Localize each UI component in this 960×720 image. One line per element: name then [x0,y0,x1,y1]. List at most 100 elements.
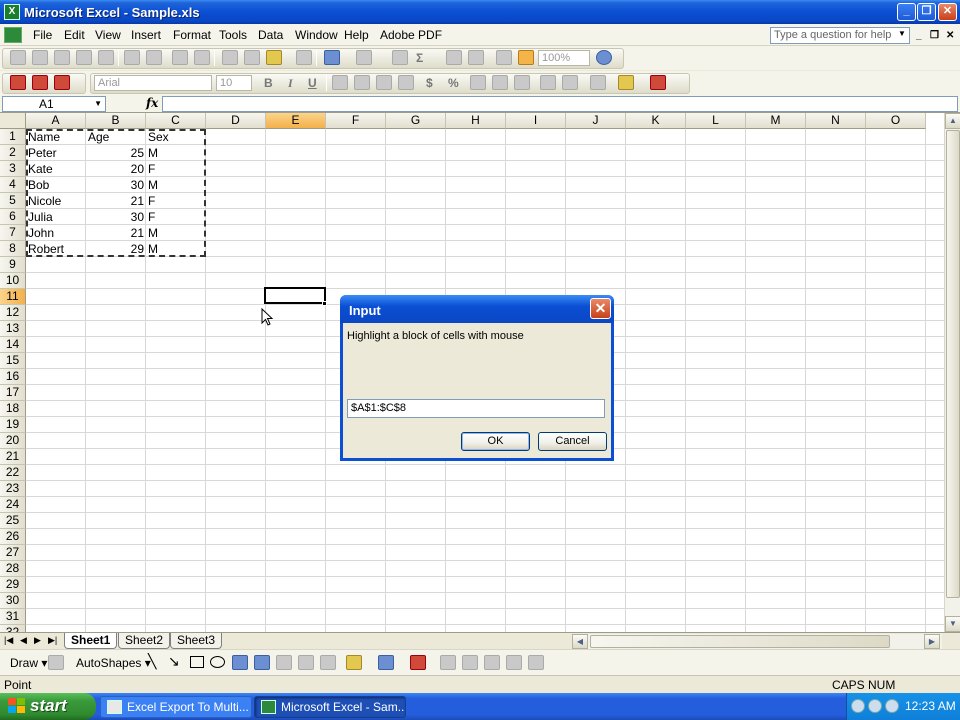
line-color-icon[interactable] [378,655,394,670]
name-box[interactable]: A1 ▼ [2,96,106,112]
row-header[interactable]: 14 [0,337,26,353]
workbook-icon[interactable] [4,27,22,43]
minimize-button[interactable]: _ [897,3,916,21]
currency-button[interactable]: $ [426,76,433,90]
line-style-icon[interactable] [440,655,456,670]
rectangle-icon[interactable] [190,656,204,668]
help-icon[interactable] [596,50,612,65]
help-search-input[interactable]: Type a question for help ▼ [770,27,910,44]
row-header[interactable]: 24 [0,497,26,513]
row-header[interactable]: 30 [0,593,26,609]
align-center-icon[interactable] [354,75,370,90]
scroll-left-button[interactable]: ◀ [572,634,588,649]
chevron-down-icon[interactable]: ▼ [896,29,908,42]
fill-color-draw-icon[interactable] [346,655,362,670]
doc-restore-button[interactable]: ❐ [930,30,939,41]
last-sheet-icon[interactable]: ▶| [48,635,57,646]
row-header[interactable]: 8 [0,241,26,257]
row-header[interactable]: 18 [0,401,26,417]
row-header[interactable]: 22 [0,465,26,481]
row-header[interactable]: 3 [0,161,26,177]
format-painter-icon[interactable] [296,50,312,65]
print-icon[interactable] [124,50,140,65]
decrease-indent-icon[interactable] [540,75,556,90]
wordart-icon[interactable] [254,655,270,670]
column-header[interactable]: E [266,113,326,129]
tab-sheet1[interactable]: Sheet1 [64,633,118,649]
column-header[interactable]: G [386,113,446,129]
row-header[interactable]: 29 [0,577,26,593]
row-header[interactable]: 26 [0,529,26,545]
email-icon[interactable] [98,50,114,65]
chart-wizard-icon[interactable] [496,50,512,65]
column-header[interactable]: N [806,113,866,129]
italic-button[interactable]: I [288,76,293,91]
redo-icon[interactable] [356,50,372,65]
column-header[interactable]: M [746,113,806,129]
column-header[interactable]: A [26,113,86,129]
first-sheet-icon[interactable]: |◀ [4,635,13,646]
underline-button[interactable]: U [308,76,317,90]
dialog-close-button[interactable]: ✕ [590,298,611,319]
draw-menu[interactable]: Draw ▾ [10,656,47,670]
font-name-select[interactable]: Arial [94,75,212,91]
menu-data[interactable]: Data [258,28,283,42]
start-button[interactable]: start [0,693,96,720]
picture-icon[interactable] [320,655,336,670]
row-header[interactable]: 19 [0,417,26,433]
autoshapes-menu[interactable]: AutoShapes ▾ [76,656,151,670]
line-icon[interactable]: ╲ [148,653,156,670]
column-header[interactable]: J [566,113,626,129]
row-header[interactable]: 2 [0,145,26,161]
row-header[interactable]: 25 [0,513,26,529]
row-header[interactable]: 16 [0,369,26,385]
copy-icon[interactable] [244,50,260,65]
row-header[interactable]: 13 [0,321,26,337]
row-header[interactable]: 6 [0,209,26,225]
textbox-icon[interactable] [232,655,248,670]
row-header[interactable]: 21 [0,449,26,465]
next-sheet-icon[interactable]: ▶ [34,635,41,646]
row-header[interactable]: 27 [0,545,26,561]
row-header[interactable]: 15 [0,353,26,369]
select-all-corner[interactable] [0,113,26,129]
comma-style-icon[interactable] [470,75,486,90]
menu-view[interactable]: View [95,28,121,42]
horizontal-scroll-thumb[interactable] [590,635,890,648]
tab-sheet2[interactable]: Sheet2 [118,633,171,649]
column-header[interactable]: I [506,113,566,129]
cancel-button[interactable]: Cancel [538,432,607,451]
ok-button[interactable]: OK [461,432,530,451]
dash-style-icon[interactable] [462,655,478,670]
cut-icon[interactable] [222,50,238,65]
sort-ascending-icon[interactable] [446,50,462,65]
font-color-draw-icon[interactable] [410,655,426,670]
decrease-decimal-icon[interactable] [514,75,530,90]
font-size-select[interactable]: 10 [216,75,252,91]
menu-help[interactable]: Help [344,28,369,42]
row-header[interactable]: 32 [0,625,26,632]
menu-insert[interactable]: Insert [131,28,161,42]
row-header[interactable]: 9 [0,257,26,273]
shadow-style-icon[interactable] [506,655,522,670]
paste-icon[interactable] [266,50,282,65]
new-icon[interactable] [10,50,26,65]
sort-descending-icon[interactable] [468,50,484,65]
row-header[interactable]: 10 [0,273,26,289]
menu-format[interactable]: Format [173,28,211,42]
horizontal-scrollbar[interactable]: ◀ ▶ [572,634,942,649]
tab-sheet3[interactable]: Sheet3 [170,633,223,649]
menu-adobe-pdf[interactable]: Adobe PDF [380,28,442,42]
fill-handle[interactable] [322,301,327,306]
fill-color-icon[interactable] [618,75,634,90]
column-header[interactable]: O [866,113,926,129]
taskbar-item-excel[interactable]: Microsoft Excel - Sam... [254,696,406,718]
column-header[interactable]: F [326,113,386,129]
clipart-icon[interactable] [298,655,314,670]
tray-arrow-icon[interactable] [851,699,865,713]
undo-icon[interactable] [324,50,340,65]
vertical-scroll-thumb[interactable] [946,130,960,598]
doc-close-button[interactable]: ✕ [946,30,954,41]
menu-tools[interactable]: Tools [219,28,247,42]
align-left-icon[interactable] [332,75,348,90]
